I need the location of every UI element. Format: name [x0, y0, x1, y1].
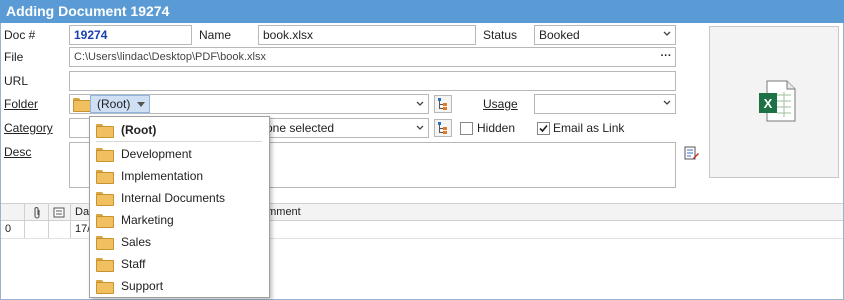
folder-option-label: Support	[121, 279, 164, 293]
edit-description-button[interactable]	[684, 145, 700, 161]
name-field[interactable]: book.xlsx	[258, 25, 476, 45]
row-index: 0	[1, 221, 25, 238]
url-field[interactable]	[69, 71, 676, 91]
checkmark-icon	[539, 124, 548, 133]
folder-option-development[interactable]: Development	[90, 143, 269, 165]
folder-icon	[96, 280, 114, 294]
file-path-value: C:\Users\lindac\Desktop\PDF\book.xlsx	[74, 51, 266, 63]
tree-view-icon	[438, 98, 447, 110]
window-title: Adding Document 19274	[0, 0, 844, 23]
folder-option-label: Internal Documents	[121, 191, 226, 205]
url-label: URL	[4, 74, 29, 88]
browse-file-button[interactable]: ···	[658, 49, 674, 65]
hidden-checkbox[interactable]	[460, 122, 473, 135]
doc-number-field[interactable]: 19274	[69, 25, 192, 45]
chevron-down-icon	[663, 100, 671, 105]
grid-index-header	[1, 204, 25, 220]
grid-comment-header[interactable]: omment	[257, 204, 843, 220]
folder-label: Folder	[4, 97, 39, 111]
folder-option-label: Marketing	[121, 213, 174, 227]
folder-option-internal-documents[interactable]: Internal Documents	[90, 187, 269, 209]
folder-value: (Root)	[97, 97, 131, 111]
category-label: Category	[4, 121, 53, 135]
category-value: one selected	[266, 121, 335, 135]
file-path-field[interactable]: C:\Users\lindac\Desktop\PDF\book.xlsx	[69, 47, 676, 67]
folder-selected-chip[interactable]: (Root)	[90, 95, 150, 113]
folder-option-label: (Root)	[121, 123, 157, 137]
usage-label: Usage	[483, 97, 518, 111]
folder-option-label: Sales	[121, 235, 152, 249]
folder-option-label: Implementation	[121, 169, 204, 183]
folder-select[interactable]: (Root)	[69, 94, 429, 114]
hidden-label: Hidden	[477, 121, 516, 135]
folder-option-marketing[interactable]: Marketing	[90, 209, 269, 231]
row-attach-cell	[25, 221, 49, 238]
folder-option-staff[interactable]: Staff	[90, 253, 269, 275]
row-note-cell	[49, 221, 71, 238]
folder-icon	[96, 148, 114, 162]
name-label: Name	[199, 28, 232, 42]
folder-option-label: Development	[121, 147, 192, 161]
folder-icon	[96, 236, 114, 250]
chevron-down-icon	[663, 31, 671, 36]
document-preview: X	[709, 26, 839, 178]
folder-dropdown-list: (Root) Development Implementation Intern…	[89, 116, 270, 298]
file-label: File	[4, 50, 24, 64]
svg-text:X: X	[764, 96, 773, 111]
folder-option-support[interactable]: Support	[90, 275, 269, 297]
folder-icon	[96, 170, 114, 184]
grid-attach-header[interactable]	[25, 204, 49, 220]
status-select[interactable]: Booked	[534, 25, 676, 45]
dropdown-divider	[96, 141, 262, 142]
chevron-down-icon	[416, 101, 424, 106]
folder-icon	[96, 124, 114, 138]
paperclip-icon	[34, 207, 40, 219]
folder-icon	[96, 192, 114, 206]
folder-icon	[96, 258, 114, 272]
status-label: Status	[483, 28, 518, 42]
email-as-link-checkbox[interactable]	[537, 122, 550, 135]
row-comment	[257, 221, 843, 238]
folder-tree-button[interactable]	[434, 95, 452, 113]
status-value: Booked	[539, 28, 580, 42]
excel-file-icon: X	[759, 80, 796, 122]
note-icon	[53, 207, 65, 218]
desc-label: Desc	[4, 145, 32, 159]
grid-note-header[interactable]	[49, 204, 71, 220]
folder-option-sales[interactable]: Sales	[90, 231, 269, 253]
folder-icon	[73, 98, 91, 112]
category-tree-button[interactable]	[434, 119, 452, 137]
tree-view-icon	[438, 122, 447, 134]
folder-option-root[interactable]: (Root)	[90, 119, 269, 141]
edit-description-icon	[684, 146, 699, 160]
email-as-link-label: Email as Link	[553, 121, 625, 135]
folder-option-implementation[interactable]: Implementation	[90, 165, 269, 187]
folder-icon	[96, 214, 114, 228]
usage-select[interactable]	[534, 94, 676, 114]
chip-dropdown-arrow-icon	[137, 102, 145, 107]
folder-option-label: Staff	[121, 257, 146, 271]
doc-label: Doc #	[4, 28, 36, 42]
chevron-down-icon	[416, 125, 424, 130]
